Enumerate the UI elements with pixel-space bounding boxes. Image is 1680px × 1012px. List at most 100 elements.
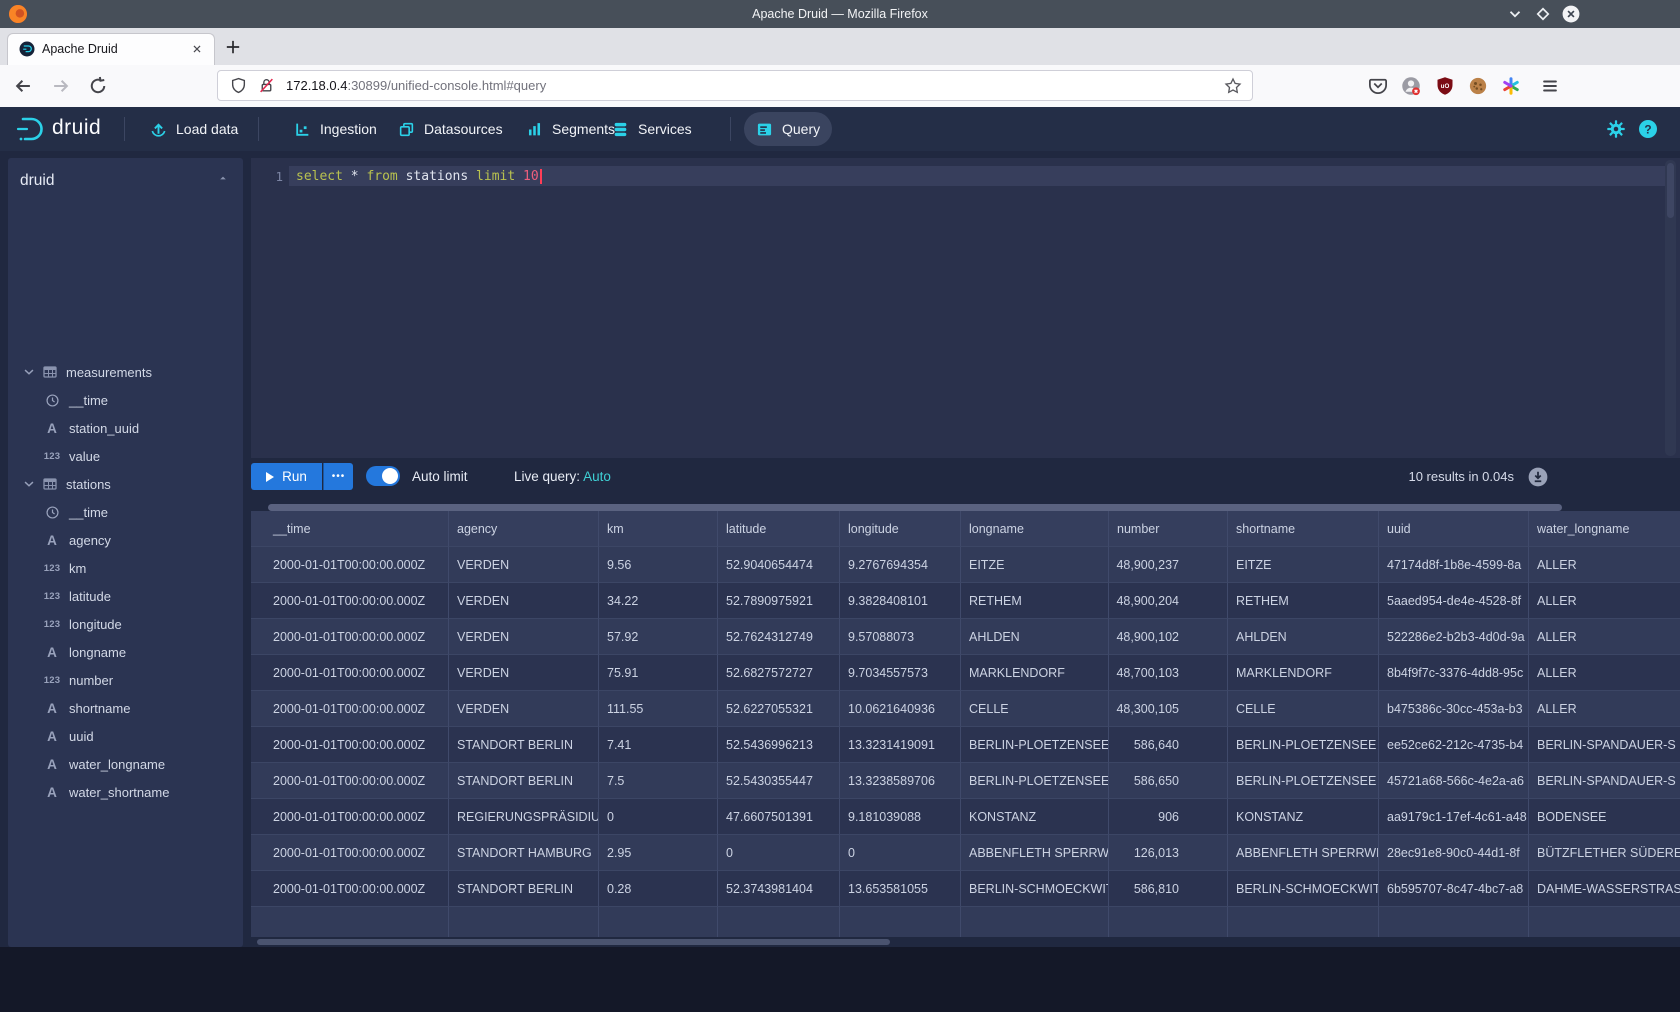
cell-uuid[interactable]: b475386c-30cc-453a-b3 — [1379, 691, 1529, 727]
tree-column-station_uuid[interactable]: Astation_uuid — [8, 414, 277, 442]
pocket-icon[interactable] — [1368, 76, 1388, 96]
cell-uuid[interactable]: 522286e2-b2b3-4d0d-9a — [1379, 619, 1529, 655]
cell-water_longname[interactable]: BODENSEE — [1529, 799, 1680, 835]
cell-longname[interactable] — [961, 907, 1109, 937]
browser-tab[interactable]: Apache Druid — [7, 33, 215, 65]
query-editor[interactable]: 1 select * from stations limit 10 — [251, 158, 1680, 458]
cell-km[interactable]: 9.56 — [599, 547, 718, 583]
cell-water_longname[interactable]: ALLER — [1529, 619, 1680, 655]
window-maximize-button[interactable] — [1534, 5, 1552, 23]
cell-latitude[interactable]: 52.7624312749 — [718, 619, 840, 655]
cell-latitude[interactable]: 52.6827572727 — [718, 655, 840, 691]
cell-__time[interactable]: 2000-01-01T00:00:00.000Z — [251, 835, 449, 871]
cell-__time[interactable]: 2000-01-01T00:00:00.000Z — [251, 619, 449, 655]
cell-km[interactable]: 2.95 — [599, 835, 718, 871]
cell-__time[interactable]: 2000-01-01T00:00:00.000Z — [251, 547, 449, 583]
nav-item-datasources[interactable]: Datasources — [386, 107, 515, 151]
cell-agency[interactable]: VERDEN — [449, 583, 599, 619]
chevron-down-icon[interactable] — [22, 477, 36, 491]
cell-latitude[interactable]: 52.6227055321 — [718, 691, 840, 727]
auto-limit-toggle[interactable] — [366, 466, 400, 486]
cell-__time[interactable]: 2000-01-01T00:00:00.000Z — [251, 583, 449, 619]
cell-longname[interactable]: MARKLENDORF — [961, 655, 1109, 691]
cell-km[interactable]: 111.55 — [599, 691, 718, 727]
run-button[interactable]: Run — [251, 463, 322, 490]
cell-water_longname[interactable]: ALLER — [1529, 547, 1680, 583]
cell-number[interactable]: 48,300,105 — [1109, 691, 1228, 727]
schema-name[interactable]: druid — [20, 168, 220, 194]
cell-shortname[interactable]: BERLIN-SCHMOECKWITZ — [1228, 871, 1379, 907]
window-close-button[interactable] — [1562, 5, 1580, 23]
tree-column-agency[interactable]: Aagency — [8, 526, 277, 554]
cell-longname[interactable]: EITZE — [961, 547, 1109, 583]
table-horizontal-scrollbar-thumb[interactable] — [257, 939, 890, 945]
cell-latitude[interactable] — [718, 907, 840, 937]
cell-__time[interactable]: 2000-01-01T00:00:00.000Z — [251, 763, 449, 799]
cell-longitude[interactable]: 13.3238589706 — [840, 763, 961, 799]
reload-icon[interactable] — [88, 76, 108, 96]
cell-km[interactable]: 34.22 — [599, 583, 718, 619]
column-header-agency[interactable]: agency — [449, 511, 599, 547]
cell-shortname[interactable]: MARKLENDORF — [1228, 655, 1379, 691]
cell-latitude[interactable]: 47.6607501391 — [718, 799, 840, 835]
cell-__time[interactable]: 2000-01-01T00:00:00.000Z — [251, 655, 449, 691]
tree-column-value[interactable]: 123value — [8, 442, 277, 470]
cell-shortname[interactable]: KONSTANZ — [1228, 799, 1379, 835]
cell-km[interactable]: 7.41 — [599, 727, 718, 763]
insecure-lock-icon[interactable] — [258, 77, 275, 94]
cell-agency[interactable]: REGIERUNGSPRÄSIDIUM — [449, 799, 599, 835]
cell-__time[interactable]: 2000-01-01T00:00:00.000Z — [251, 871, 449, 907]
cell-longname[interactable]: KONSTANZ — [961, 799, 1109, 835]
cell-shortname[interactable]: RETHEM — [1228, 583, 1379, 619]
column-header-uuid[interactable]: uuid — [1379, 511, 1529, 547]
cell-agency[interactable]: VERDEN — [449, 619, 599, 655]
tree-column-__time[interactable]: __time — [8, 386, 277, 414]
cell-agency[interactable] — [449, 907, 599, 937]
cell-latitude[interactable]: 52.5436996213 — [718, 727, 840, 763]
tree-table-measurements[interactable]: measurements — [8, 358, 243, 386]
cell-number[interactable]: 586,650 — [1109, 763, 1228, 799]
cell-longname[interactable]: BERLIN-PLOETZENSEE OW — [961, 727, 1109, 763]
cell-latitude[interactable]: 52.5430355447 — [718, 763, 840, 799]
cell-uuid[interactable]: 28ec91e8-90c0-44d1-8f — [1379, 835, 1529, 871]
cell-number[interactable]: 48,900,204 — [1109, 583, 1228, 619]
column-header-km[interactable]: km — [599, 511, 718, 547]
cell-longname[interactable]: AHLDEN — [961, 619, 1109, 655]
cell-longitude[interactable] — [840, 907, 961, 937]
back-icon[interactable] — [13, 76, 33, 96]
auto-limit-label[interactable]: Auto limit — [412, 458, 468, 495]
tree-column-uuid[interactable]: Auuid — [8, 722, 277, 750]
cell-longitude[interactable]: 9.181039088 — [840, 799, 961, 835]
cell-latitude[interactable]: 52.9040654474 — [718, 547, 840, 583]
nav-item-ingestion[interactable]: Ingestion — [282, 107, 389, 151]
chevron-down-icon[interactable] — [22, 365, 36, 379]
cell-shortname[interactable]: ABBENFLETH SPERRWERK — [1228, 835, 1379, 871]
cell-shortname[interactable]: BERLIN-PLOETZENSEE OW — [1228, 727, 1379, 763]
cell-water_longname[interactable]: BÜTZFLETHER SÜDERE — [1529, 835, 1680, 871]
cell-number[interactable] — [1109, 907, 1228, 937]
cell-number[interactable]: 586,640 — [1109, 727, 1228, 763]
cell-uuid[interactable]: 8b4f9f7c-3376-4dd8-95c — [1379, 655, 1529, 691]
cell-longname[interactable]: CELLE — [961, 691, 1109, 727]
column-header-longname[interactable]: longname — [961, 511, 1109, 547]
tab-close-icon[interactable] — [190, 42, 204, 56]
cell-number[interactable]: 48,900,102 — [1109, 619, 1228, 655]
editor-scrollbar-thumb[interactable] — [1667, 163, 1674, 218]
run-more-button[interactable]: ••• — [323, 463, 353, 490]
forward-icon[interactable] — [51, 76, 71, 96]
column-header-__time[interactable]: __time — [251, 511, 449, 547]
cell-uuid[interactable] — [1379, 907, 1529, 937]
cell-shortname[interactable] — [1228, 907, 1379, 937]
cell-shortname[interactable]: BERLIN-PLOETZENSEE UW — [1228, 763, 1379, 799]
cell-uuid[interactable]: aa9179c1-17ef-4c61-a48 — [1379, 799, 1529, 835]
cell-uuid[interactable]: 45721a68-566c-4e2a-a6 — [1379, 763, 1529, 799]
cell-number[interactable]: 126,013 — [1109, 835, 1228, 871]
cell-longitude[interactable]: 9.57088073 — [840, 619, 961, 655]
cell-water_longname[interactable]: BERLIN-SPANDAUER-S — [1529, 727, 1680, 763]
cell-shortname[interactable]: CELLE — [1228, 691, 1379, 727]
cell-latitude[interactable]: 52.3743981404 — [718, 871, 840, 907]
cell-agency[interactable]: STANDORT HAMBURG — [449, 835, 599, 871]
tree-column-number[interactable]: 123number — [8, 666, 277, 694]
tree-column-longitude[interactable]: 123longitude — [8, 610, 277, 638]
cell-latitude[interactable]: 52.7890975921 — [718, 583, 840, 619]
